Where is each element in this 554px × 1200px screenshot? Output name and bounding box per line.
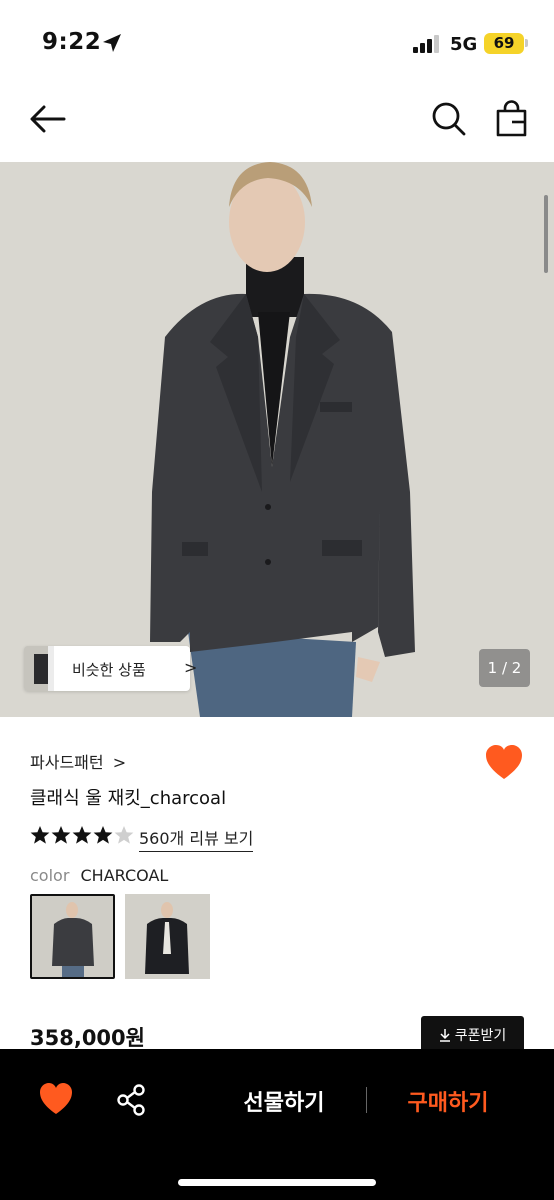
coupon-label: 쿠폰받기 [454, 1028, 507, 1044]
home-indicator[interactable] [178, 1179, 376, 1186]
color-swatch-charcoal[interactable] [30, 894, 115, 979]
product-name: 클래식 울 재킷_charcoal [30, 788, 227, 809]
similar-product-thumbnail [24, 646, 54, 691]
heart-icon[interactable] [38, 1082, 74, 1116]
color-row: color CHARCOAL [30, 866, 168, 885]
top-navigation [0, 88, 554, 150]
buy-button[interactable]: 구매하기 [388, 1085, 508, 1117]
image-counter: 1 / 2 [479, 649, 530, 687]
similar-products-button[interactable]: 비슷한 상품 > [24, 646, 197, 691]
similar-products-label: 비슷한 상품 [72, 661, 146, 679]
gift-button[interactable]: 선물하기 [225, 1085, 343, 1117]
scroll-indicator [544, 195, 548, 273]
network-label: 5G [450, 34, 478, 55]
review-link[interactable]: 560개 리뷰 보기 [139, 825, 254, 852]
star-icon [72, 826, 92, 844]
heart-icon[interactable] [484, 744, 524, 782]
star-rating [30, 826, 134, 844]
star-icon [30, 826, 50, 844]
star-icon [114, 826, 134, 844]
chevron-right-icon: > [184, 658, 198, 677]
signal-icon [413, 33, 441, 53]
battery-level: 69 [493, 34, 515, 52]
brand-link[interactable]: 파사드패턴 > [30, 749, 126, 773]
status-bar: 9:22 5G 69 [0, 0, 554, 80]
color-swatch-alt[interactable] [125, 894, 210, 979]
product-photo [0, 162, 554, 717]
color-value: CHARCOAL [80, 866, 169, 885]
product-price: 358,000원 [30, 1026, 145, 1050]
download-icon [439, 1029, 450, 1042]
product-image-gallery[interactable]: 비슷한 상품 > 1 / 2 [0, 162, 554, 717]
divider [366, 1087, 367, 1113]
star-icon [51, 826, 71, 844]
status-time: 9:22 [42, 29, 102, 55]
battery-icon: 69 [484, 33, 524, 54]
star-icon [93, 826, 113, 844]
color-label: color [30, 866, 70, 885]
chevron-right-icon: > [112, 753, 127, 772]
battery-tip [525, 39, 528, 47]
shopping-bag-icon[interactable] [494, 100, 530, 138]
brand-name: 파사드패턴 [30, 753, 104, 772]
location-arrow-icon [103, 34, 121, 52]
search-icon[interactable] [430, 100, 468, 138]
bottom-action-bar: 선물하기 구매하기 [0, 1049, 554, 1200]
share-icon[interactable] [115, 1083, 149, 1117]
arrow-left-icon[interactable] [28, 100, 68, 138]
